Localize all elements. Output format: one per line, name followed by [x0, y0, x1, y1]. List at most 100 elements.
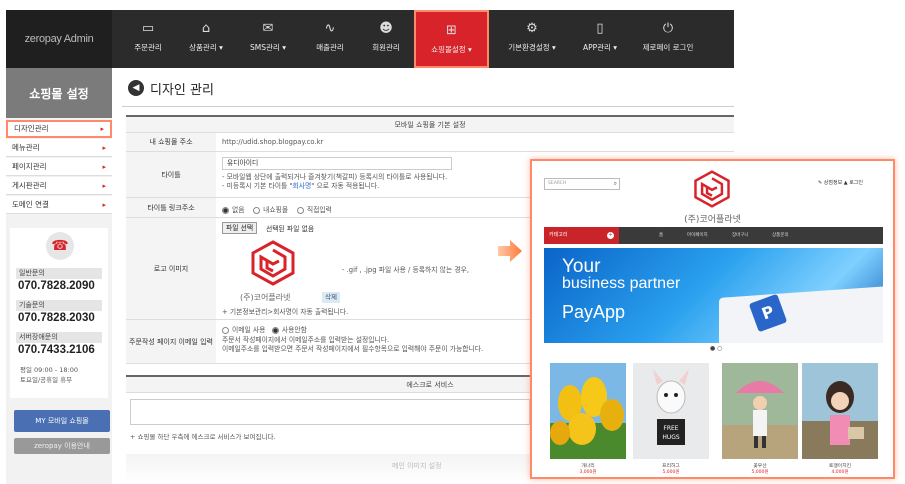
nav-label: 기본환경설정 ▾ — [508, 43, 556, 52]
sidebar-item-label: 게시판관리 — [12, 181, 47, 190]
contact-box: ☎ 일반문의 070.7828.2090 기술문의 070.7828.2030 … — [10, 228, 108, 398]
link-radio-group: 없음 내쇼핑몰 직접입력 — [222, 204, 332, 214]
file-select-button[interactable]: 파일 선택 — [222, 222, 258, 234]
radio-none[interactable] — [222, 206, 229, 214]
product-item[interactable]: FREE HUGS 프리허그 5,000원 — [633, 363, 709, 475]
preview-nav-home[interactable]: 홈 — [659, 227, 663, 244]
banner-text: PayApp — [562, 302, 626, 322]
sidebar-item-board[interactable]: 게시판관리 ▸ — [6, 177, 112, 195]
faded-section-title: 메인 이미지 설정 — [392, 462, 442, 470]
sidebar-item-menu[interactable]: 메뉴관리 ▸ — [6, 139, 112, 157]
radio-direct-input[interactable] — [296, 206, 304, 214]
contact-number: 070.7828.2090 — [18, 280, 95, 292]
search-icon: ⌕ — [613, 180, 617, 187]
radio-label: 이메일 사용 — [232, 326, 266, 334]
logo-caption: (주)코어플라넷 — [240, 293, 291, 302]
nav-label: 상품관리 ▾ — [189, 43, 223, 52]
row-shop-address: 내 쇼핑몰 주소 http://udid.shop.blogpay.co.kr — [126, 133, 734, 152]
radio-email-none[interactable] — [271, 326, 279, 334]
chart-icon: ∿ — [324, 21, 336, 36]
nav-sms[interactable]: ✉ SMS관리 ▾ — [238, 10, 298, 68]
company-logo-image — [251, 240, 295, 286]
nav-login[interactable]: ⏻ 제로페이 로그인 — [636, 10, 700, 68]
sidebar-item-label: 페이지관리 — [12, 162, 47, 171]
row-label: 내 쇼핑몰 주소 — [126, 133, 216, 151]
banner-pagination[interactable]: ● ○ — [710, 345, 722, 352]
product-name: 프리허그 — [662, 464, 680, 469]
preview-search-input[interactable]: SEARCH ⌕ — [544, 178, 620, 190]
radio-email-use[interactable] — [222, 326, 229, 334]
phone-icon: ☎ — [46, 232, 74, 260]
note-text: " 으로 자동 적용됩니다. — [311, 182, 380, 190]
radio-label: 사용안함 — [281, 326, 307, 334]
email-radio-group: 이메일 사용 사용안함 — [222, 324, 307, 334]
sidebar-title: 쇼핑몰 설정 — [6, 68, 112, 118]
product-item[interactable]: 개나리 3,000원 — [550, 363, 626, 475]
my-mobile-shop-button[interactable]: MY 모바일 쇼핑몰 — [14, 410, 110, 432]
sidebar-item-domain[interactable]: 도메인 연결 ▸ — [6, 196, 112, 214]
preview-top-links[interactable]: ✎ 상점정보 ▲ 로그인 — [818, 179, 863, 186]
business-hours: 평일 09:00 - 18:00 — [20, 366, 78, 374]
contact-number: 070.7828.2030 — [18, 312, 95, 324]
row-label: 타이틀 링크주소 — [126, 198, 216, 217]
sidebar-item-design[interactable]: 디자인관리 ▸ — [6, 120, 112, 138]
radio-my-shop[interactable] — [253, 206, 261, 214]
preview-nav-inquiry[interactable]: 상품문의 — [772, 227, 789, 244]
product-image-tulips — [550, 363, 626, 459]
row-label: 타이틀 — [126, 152, 216, 197]
chevron-right-icon: ▸ — [102, 144, 106, 152]
nav-sales[interactable]: ∿ 매출관리 — [300, 10, 360, 68]
users-icon: ☻ — [379, 21, 393, 36]
sidebar: 쇼핑몰 설정 디자인관리 ▸ 메뉴관리 ▸ 페이지관리 ▸ 게시판관리 ▸ 도메인 연결… — [6, 68, 112, 484]
product-price: 5,000원 — [662, 470, 680, 475]
title-input[interactable]: 유디아이디 — [222, 157, 452, 170]
radio-label: 직접입력 — [306, 206, 332, 214]
nav-label: SMS관리 ▾ — [250, 43, 286, 52]
plus-icon: + — [607, 232, 614, 239]
nav-order[interactable]: ▭ 주문관리 — [118, 10, 178, 68]
nav-product[interactable]: ⌂ 상품관리 ▾ — [176, 10, 236, 68]
app-logo[interactable]: zeropay Admin — [6, 10, 112, 68]
product-name: 개나리 — [581, 464, 595, 469]
zeropay-info-button[interactable]: zeropay 이용안내 — [14, 438, 110, 454]
holiday-notice: 토요일/공휴일 휴무 — [20, 376, 73, 384]
preview-category-button[interactable]: 카테고리 + — [544, 227, 619, 244]
sidebar-item-page[interactable]: 페이지관리 ▸ — [6, 158, 112, 176]
contact-label: 기술문의 — [16, 300, 102, 311]
preview-company-name: (주)코어플라넷 — [684, 215, 741, 225]
page-title: 디자인 관리 — [150, 82, 214, 98]
top-navigation-bar: zeropay Admin ▭ 주문관리 ⌂ 상품관리 ▾ ✉ SMS관리 ▾ ∿ 매출… — [6, 10, 734, 68]
note-text: - 미등록시 기본 타이틀 " — [222, 182, 293, 190]
row-label: 주문작성 페이지 이메일 입력 — [126, 320, 216, 363]
preview-nav-cart[interactable]: 장바구니 — [732, 227, 749, 244]
email-note: 주문서 작성페이지에서 이메일주소를 입력받는 설정입니다. 이메일주소를 입력… — [222, 336, 483, 354]
nav-basic-settings[interactable]: ⚙ 기본환경설정 ▾ — [496, 10, 568, 68]
chevron-right-icon: ▸ — [100, 125, 104, 133]
phone-icon: ▯ — [596, 21, 604, 36]
basket-icon: ⌂ — [201, 21, 211, 36]
delete-button[interactable]: 삭제 — [322, 292, 340, 303]
preview-banner[interactable]: Your business partner PayApp P — [544, 248, 883, 343]
back-arrow-icon[interactable]: ◀ — [128, 80, 144, 96]
logo-format-note: - .gif , .jpg 파일 사용 / 등록하지 않는 경우, — [342, 266, 469, 274]
row-label: 로고 이미지 — [126, 218, 216, 319]
nav-label: 제로페이 로그인 — [642, 43, 694, 52]
product-item[interactable]: 꽃우산 5,000원 — [722, 363, 798, 475]
product-item[interactable]: 토깽이치킨 4,000원 — [802, 363, 878, 475]
banner-text: business partner — [562, 275, 681, 292]
nav-shop-settings[interactable]: ⊞ 쇼핑몰설정 ▾ — [414, 10, 489, 68]
product-image-girl-chicken — [802, 363, 878, 459]
escrow-textarea[interactable] — [130, 399, 530, 425]
nav-label: 주문관리 — [134, 43, 162, 52]
nav-app[interactable]: ▯ APP관리 ▾ — [570, 10, 630, 68]
product-image-dog: FREE HUGS — [633, 363, 709, 459]
sidebar-item-label: 메뉴관리 — [12, 143, 40, 152]
nav-members[interactable]: ☻ 회원관리 — [356, 10, 416, 68]
section-header: 모바일 쇼핑몰 기본 설정 — [126, 115, 734, 133]
shop-address-value: http://udid.shop.blogpay.co.kr — [222, 138, 324, 146]
contact-label: 일반문의 — [16, 268, 102, 279]
svg-text:HUGS: HUGS — [662, 434, 680, 441]
preview-logo-image — [694, 170, 730, 208]
contact-number: 070.7433.2106 — [18, 344, 95, 356]
preview-nav-mypage[interactable]: 마이페이지 — [687, 227, 708, 244]
